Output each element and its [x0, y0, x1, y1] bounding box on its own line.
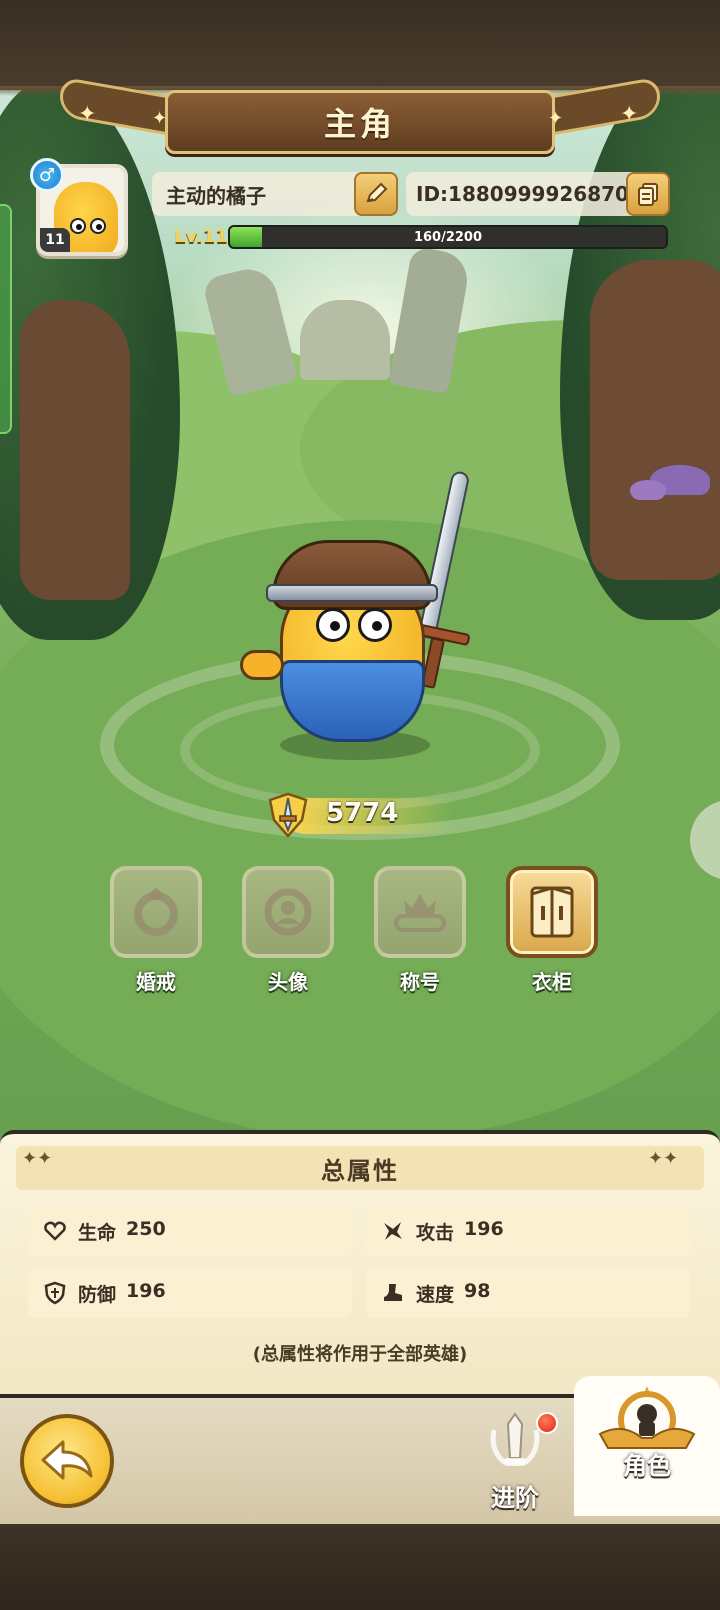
ring-icon — [134, 888, 178, 936]
bottom-navigation: 进阶 角色 — [0, 1376, 720, 1524]
avatar-frame-icon — [264, 888, 312, 936]
total-stats-panel: 总属性 ✦✦ ✦✦ 生命 250 攻击 196 防御 196 速度 98 (总属性将作用… — [0, 1130, 720, 1394]
copy-id-button[interactable] — [626, 172, 670, 216]
star-ornament-icon: ✦✦ — [22, 1148, 53, 1169]
page-title: 主角 — [323, 105, 396, 143]
stat-attack: 攻击 196 — [366, 1206, 690, 1256]
top-frame — [0, 0, 720, 96]
back-arrow-icon — [41, 1440, 93, 1480]
tab-label: 进阶 — [491, 1484, 539, 1512]
player-level: Lv.11 — [174, 226, 228, 247]
feature-button-row: 婚戒 头像 称号 衣柜 — [0, 866, 720, 1006]
feature-wardrobe-button[interactable]: 衣柜 — [504, 866, 600, 995]
sparkle-icon: ✦ — [78, 102, 97, 127]
wardrobe-icon — [530, 886, 574, 938]
feature-avatar-button[interactable]: 头像 — [240, 866, 336, 995]
notification-dot — [536, 1412, 558, 1434]
stat-defense: 防御 196 — [28, 1268, 352, 1318]
feature-label: 婚戒 — [136, 970, 176, 994]
stat-value: 196 — [126, 1279, 166, 1302]
title-banner: 主角 — [165, 90, 555, 154]
sparkle-icon: ✦ — [620, 102, 639, 127]
combat-power: 5774 — [266, 790, 466, 840]
feature-label: 头像 — [268, 970, 308, 994]
sparkle-icon: ✦ — [548, 108, 564, 129]
combat-power-icon — [266, 790, 310, 840]
stat-hp: 生命 250 — [28, 1206, 352, 1256]
heart-icon — [42, 1218, 68, 1244]
player-name: 主动的橘子 — [166, 183, 266, 208]
copy-icon — [638, 183, 658, 206]
avatar-level-badge: 11 — [40, 228, 70, 252]
stats-header: 总属性 — [16, 1146, 704, 1190]
bottom-frame — [0, 1524, 720, 1610]
stat-label: 防御 — [78, 1283, 117, 1306]
player-id: ID:1880999926870 — [416, 182, 629, 206]
stats-title: 总属性 — [321, 1156, 399, 1185]
star-ornament-icon: ✦✦ — [648, 1148, 679, 1169]
male-gender-icon: ♂ — [30, 158, 64, 192]
edit-name-button[interactable] — [354, 172, 398, 216]
pencil-icon — [366, 182, 388, 203]
tab-advance[interactable]: 进阶 — [460, 1402, 570, 1524]
xp-progress-text: 160/2200 — [413, 229, 483, 245]
stat-value: 250 — [126, 1217, 166, 1240]
stat-value: 98 — [464, 1279, 491, 1302]
feature-title-button[interactable]: 称号 — [372, 866, 468, 995]
combat-power-value: 5774 — [326, 798, 399, 828]
shield-icon — [42, 1280, 68, 1306]
tab-character[interactable]: 角色 — [574, 1376, 720, 1516]
back-button[interactable] — [20, 1414, 114, 1508]
attack-icon — [380, 1218, 406, 1244]
feature-ring-button[interactable]: 婚戒 — [108, 866, 204, 995]
left-side-tab[interactable] — [0, 204, 12, 434]
stat-label: 生命 — [78, 1221, 117, 1244]
boot-icon — [380, 1280, 406, 1306]
stat-value: 196 — [464, 1217, 504, 1240]
stat-label: 攻击 — [416, 1221, 455, 1244]
feature-label: 衣柜 — [532, 970, 572, 994]
stats-note: (总属性将作用于全部英雄) — [252, 1344, 468, 1365]
xp-progress-bar: 160/2200 — [228, 225, 668, 249]
sparkle-icon: ✦ — [152, 108, 168, 129]
hero-character[interactable] — [240, 469, 471, 770]
stat-speed: 速度 98 — [366, 1268, 690, 1318]
feature-label: 称号 — [400, 970, 440, 994]
title-crown-icon — [394, 894, 446, 932]
stat-label: 速度 — [416, 1283, 455, 1306]
